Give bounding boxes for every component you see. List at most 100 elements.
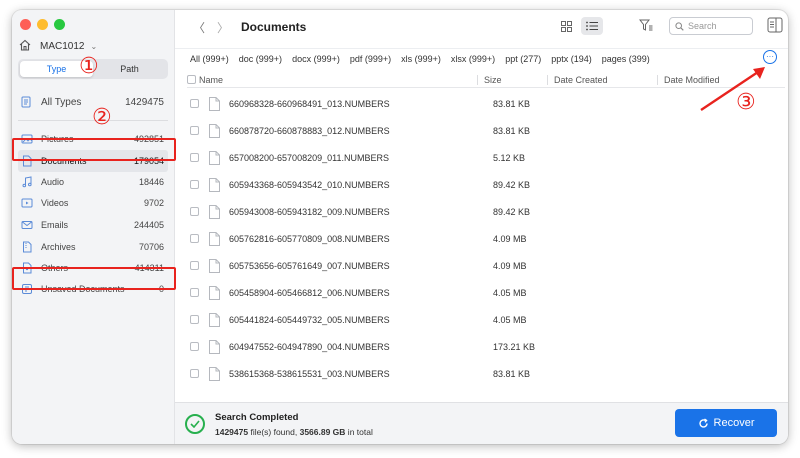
- file-size: 5.12 KB: [493, 152, 526, 163]
- file-icon: [209, 285, 225, 300]
- row-checkbox[interactable]: [190, 99, 199, 108]
- file-name: 660968328-660968491_013.NUMBERS: [229, 98, 390, 109]
- list-view-icon[interactable]: [581, 17, 603, 35]
- audio-icon: [21, 176, 33, 188]
- sidebar-item-count: 18446: [138, 177, 164, 187]
- row-checkbox[interactable]: [190, 153, 199, 162]
- row-checkbox[interactable]: [190, 369, 199, 378]
- table-row[interactable]: 605762816-605770809_008.NUMBERS 4.09 MB: [187, 225, 785, 252]
- screenshot-stage: MAC1012 ⌄ Type Path All Types 1429475 Pi…: [0, 0, 800, 458]
- filter-tab-all[interactable]: All (999+): [190, 54, 229, 64]
- preview-panel-icon[interactable]: [767, 17, 783, 38]
- file-icon: [209, 312, 225, 327]
- row-checkbox[interactable]: [190, 261, 199, 270]
- highlight-box-documents: [12, 138, 176, 161]
- checkmark-icon: [185, 414, 205, 434]
- back-arrow-icon[interactable]: 〈: [193, 19, 205, 36]
- row-checkbox-cell: [187, 207, 209, 216]
- select-all-checkbox[interactable]: [187, 75, 196, 84]
- filter-tab-pdf[interactable]: pdf (999+): [350, 54, 391, 64]
- close-window-button[interactable]: [20, 19, 31, 30]
- row-checkbox[interactable]: [190, 234, 199, 243]
- archive-icon: [21, 241, 33, 253]
- sidebar-item-label: Videos: [41, 198, 69, 208]
- file-icon: [209, 231, 225, 246]
- refresh-icon: [698, 417, 708, 428]
- filter-tab-doc[interactable]: doc (999+): [239, 54, 282, 64]
- filter-tab-pages[interactable]: pages (399): [602, 54, 650, 64]
- file-size: 4.05 MB: [493, 314, 527, 325]
- table-row[interactable]: 605441824-605449732_005.NUMBERS 4.05 MB: [187, 306, 785, 333]
- sidebar-item-count: 70706: [138, 242, 164, 252]
- row-checkbox-cell: [187, 342, 209, 351]
- column-header-size[interactable]: Size: [477, 74, 547, 85]
- table-row[interactable]: 660878720-660878883_012.NUMBERS 83.81 KB: [187, 117, 785, 144]
- device-selector[interactable]: MAC1012 ⌄: [18, 38, 97, 55]
- recover-button[interactable]: Recover: [675, 409, 777, 437]
- status-summary: 1429475 file(s) found, 3566.89 GB in tot…: [215, 427, 373, 437]
- filter-icon[interactable]: [638, 19, 653, 37]
- email-icon: [21, 219, 33, 231]
- row-checkbox[interactable]: [190, 315, 199, 324]
- file-name: 605943008-605943182_009.NUMBERS: [229, 206, 390, 217]
- filter-tab-ppt[interactable]: ppt (277): [505, 54, 541, 64]
- forward-arrow-icon[interactable]: 〉: [217, 19, 229, 36]
- file-name: 605753656-605761649_007.NUMBERS: [229, 260, 390, 271]
- file-icon: [209, 150, 225, 165]
- table-row[interactable]: 605943368-605943542_010.NUMBERS 89.42 KB: [187, 171, 785, 198]
- device-name: MAC1012: [40, 41, 85, 52]
- table-row[interactable]: 605753656-605761649_007.NUMBERS 4.09 MB: [187, 252, 785, 279]
- filter-tab-xlsx[interactable]: xlsx (999+): [451, 54, 495, 64]
- sidebar-item-audio[interactable]: Audio 18446: [18, 171, 168, 193]
- grid-view-icon[interactable]: [555, 17, 577, 35]
- toolbar: 〈 〉 Documents Search: [175, 10, 788, 42]
- sidebar-item-emails[interactable]: Emails 244405: [18, 214, 168, 236]
- row-checkbox[interactable]: [190, 288, 199, 297]
- row-checkbox-cell: [187, 234, 209, 243]
- highlight-box-unsaved-documents: [12, 267, 176, 290]
- file-name: 605441824-605449732_005.NUMBERS: [229, 314, 390, 325]
- file-icon: [209, 258, 225, 273]
- row-checkbox-cell: [187, 126, 209, 135]
- file-name: 538615368-538615531_003.NUMBERS: [229, 368, 390, 379]
- file-size: 89.42 KB: [493, 179, 531, 190]
- sidebar-item-label: Archives: [41, 242, 76, 252]
- status-footer: Search Completed 1429475 file(s) found, …: [175, 402, 788, 444]
- file-name: 657008200-657008209_011.NUMBERS: [229, 152, 389, 163]
- sidebar-item-count: 1429475: [125, 96, 164, 108]
- all-types-icon: [21, 96, 33, 108]
- sidebar-item-videos[interactable]: Videos 9702: [18, 192, 168, 214]
- table-row[interactable]: 604947552-604947890_004.NUMBERS 173.21 KB: [187, 333, 785, 360]
- row-checkbox[interactable]: [190, 207, 199, 216]
- filter-tab-pptx[interactable]: pptx (194): [551, 54, 592, 64]
- recover-label: Recover: [713, 417, 755, 429]
- row-checkbox[interactable]: [190, 180, 199, 189]
- minimize-window-button[interactable]: [37, 19, 48, 30]
- column-header-name[interactable]: Name: [199, 75, 223, 85]
- file-name: 605458904-605466812_006.NUMBERS: [229, 287, 390, 298]
- file-size: 83.81 KB: [493, 98, 531, 109]
- search-placeholder: Search: [688, 21, 717, 31]
- sidebar-item-archives[interactable]: Archives 70706: [18, 236, 168, 258]
- video-icon: [21, 197, 33, 209]
- search-input[interactable]: Search: [669, 17, 753, 35]
- sidebar-item-count: 9702: [143, 198, 164, 208]
- row-checkbox[interactable]: [190, 342, 199, 351]
- total-size: 3566.89 GB: [299, 427, 346, 437]
- sidebar-item-label: Emails: [41, 220, 69, 230]
- filter-tab-docx[interactable]: docx (999+): [292, 54, 340, 64]
- file-icon: [209, 96, 225, 111]
- row-checkbox[interactable]: [190, 126, 199, 135]
- table-row[interactable]: 538615368-538615531_003.NUMBERS 83.81 KB: [187, 360, 785, 387]
- path-tab[interactable]: Path: [93, 61, 166, 77]
- file-icon: [209, 204, 225, 219]
- row-checkbox-cell: [187, 315, 209, 324]
- filter-tab-xls[interactable]: xls (999+): [401, 54, 441, 64]
- zoom-window-button[interactable]: [54, 19, 65, 30]
- table-row[interactable]: 605458904-605466812_006.NUMBERS 4.05 MB: [187, 279, 785, 306]
- files-found-count: 1429475: [215, 427, 249, 437]
- file-name: 605762816-605770809_008.NUMBERS: [229, 233, 390, 244]
- table-row[interactable]: 605943008-605943182_009.NUMBERS 89.42 KB: [187, 198, 785, 225]
- table-row[interactable]: 657008200-657008209_011.NUMBERS 5.12 KB: [187, 144, 785, 171]
- column-header-date-created[interactable]: Date Created: [547, 74, 657, 85]
